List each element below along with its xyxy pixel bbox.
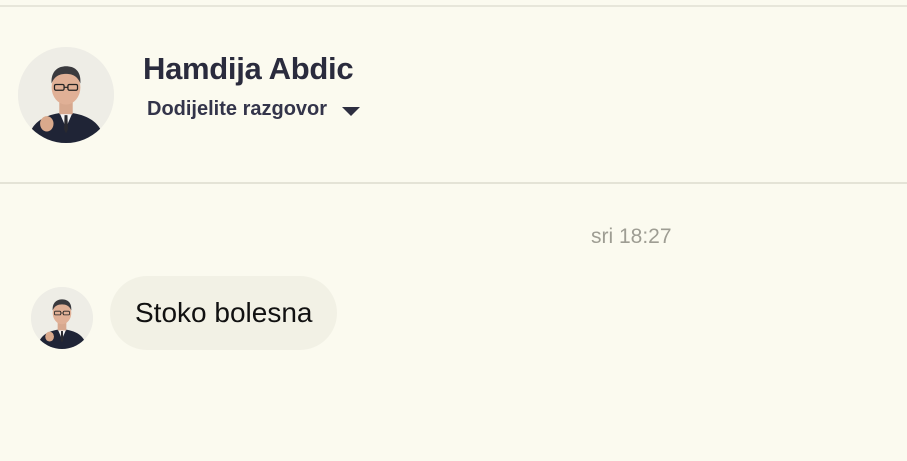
- message-bubble[interactable]: Stoko bolesna: [110, 276, 338, 350]
- person-icon: [31, 287, 93, 349]
- message-text: Stoko bolesna: [135, 297, 313, 328]
- contact-avatar[interactable]: [18, 47, 114, 143]
- header-divider: [0, 182, 907, 184]
- person-icon: [18, 47, 114, 143]
- contact-name: Hamdija Abdic: [143, 51, 354, 86]
- assign-conversation-label: Dodijelite razgovor: [147, 97, 328, 120]
- caret-down-icon: [342, 106, 361, 116]
- message-sender-avatar[interactable]: [31, 287, 93, 349]
- assign-conversation-dropdown[interactable]: Dodijelite razgovor: [147, 95, 361, 123]
- conversation-header: Hamdija Abdic Dodijelite razgovor: [0, 7, 907, 182]
- message-timestamp: sri 18:27: [591, 225, 672, 248]
